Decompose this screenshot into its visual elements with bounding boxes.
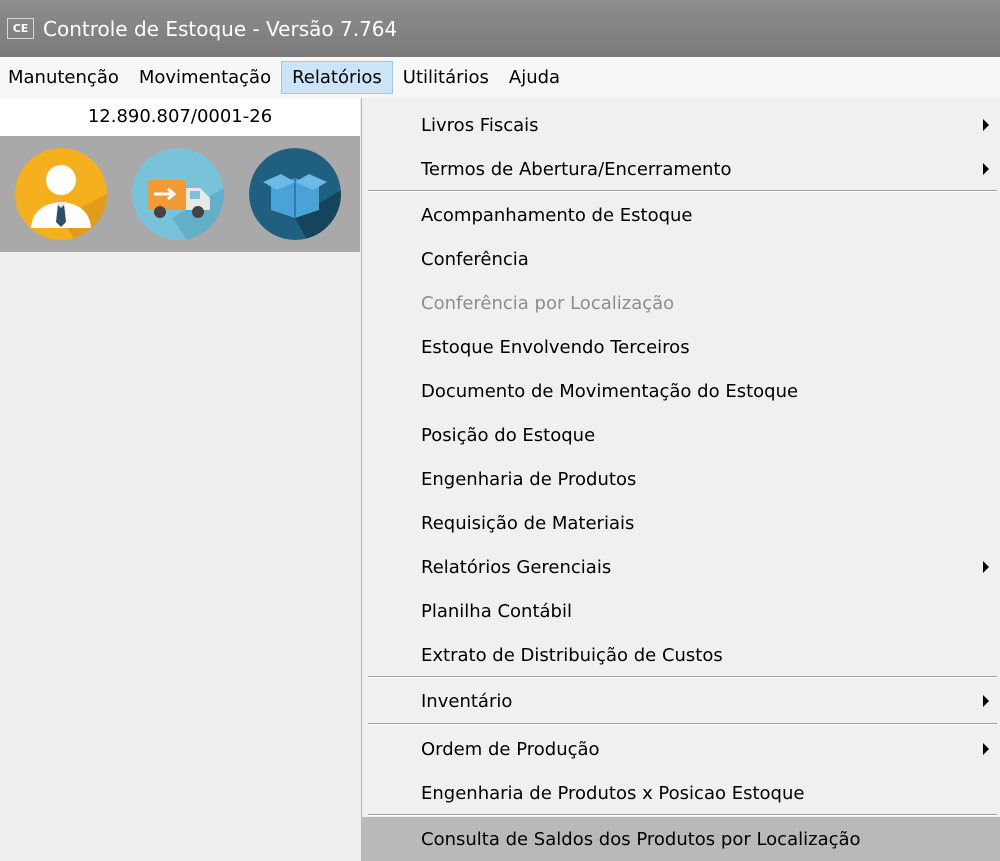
menu-item-label: Extrato de Distribuição de Custos [421, 644, 723, 666]
shortcut-toolbar [0, 136, 360, 252]
menu-item-label: Requisição de Materiais [421, 512, 635, 534]
submenu-arrow-icon [983, 119, 989, 131]
company-cnpj: 12.890.807/0001-26 [0, 98, 360, 136]
menu-item-acompanhamento-estoque[interactable]: Acompanhamento de Estoque [362, 193, 1000, 237]
submenu-arrow-icon [983, 561, 989, 573]
menu-item-label: Estoque Envolvendo Terceiros [421, 336, 690, 358]
user-icon[interactable] [15, 148, 107, 240]
menu-item-label: Ordem de Produção [421, 738, 600, 760]
submenu-arrow-icon [983, 695, 989, 707]
menu-separator [368, 723, 997, 725]
submenu-arrow-icon [983, 163, 989, 175]
menu-ajuda[interactable]: Ajuda [499, 61, 570, 94]
menu-item-label: Conferência [421, 248, 529, 270]
menu-item-conferencia[interactable]: Conferência [362, 237, 1000, 281]
menu-separator [368, 190, 997, 192]
menu-item-label: Engenharia de Produtos [421, 468, 637, 490]
menu-item-label: Acompanhamento de Estoque [421, 204, 693, 226]
menu-item-label: Consulta de Saldos dos Produtos por Loca… [421, 828, 861, 850]
menu-item-extrato-distribuicao-custos[interactable]: Extrato de Distribuição de Custos [362, 633, 1000, 677]
menu-item-relatorios-gerenciais[interactable]: Relatórios Gerenciais [362, 545, 1000, 589]
menu-utilitarios[interactable]: Utilitários [393, 61, 499, 94]
menu-item-label: Documento de Movimentação do Estoque [421, 380, 799, 402]
menu-item-planilha-contabil[interactable]: Planilha Contábil [362, 589, 1000, 633]
relatorios-dropdown-menu: Livros Fiscais Termos de Abertura/Encerr… [361, 98, 1000, 861]
menu-item-label: Posição do Estoque [421, 424, 596, 446]
menu-item-conferencia-localizacao: Conferência por Localização [362, 281, 1000, 325]
menu-separator [368, 676, 997, 678]
menu-item-engenharia-produtos[interactable]: Engenharia de Produtos [362, 457, 1000, 501]
app-icon[interactable]: CE [7, 18, 34, 39]
menu-item-engenharia-x-posicao[interactable]: Engenharia de Produtos x Posicao Estoque [362, 771, 1000, 815]
menu-movimentacao[interactable]: Movimentação [129, 61, 281, 94]
menu-item-documento-movimentacao[interactable]: Documento de Movimentação do Estoque [362, 369, 1000, 413]
workspace-area [0, 252, 360, 861]
menu-item-label: Engenharia de Produtos x Posicao Estoque [421, 782, 805, 804]
menu-item-label: Termos de Abertura/Encerramento [421, 158, 732, 180]
menu-separator [368, 814, 997, 816]
delivery-truck-icon[interactable] [132, 148, 224, 240]
menu-item-termos-abertura[interactable]: Termos de Abertura/Encerramento [362, 147, 1000, 191]
menu-relatorios[interactable]: Relatórios [281, 61, 393, 94]
menu-item-inventario[interactable]: Inventário [362, 679, 1000, 723]
menu-item-livros-fiscais[interactable]: Livros Fiscais [362, 103, 1000, 147]
menu-manutencao[interactable]: Manutenção [0, 61, 129, 94]
menu-item-label: Inventário [421, 690, 513, 712]
menu-item-estoque-terceiros[interactable]: Estoque Envolvendo Terceiros [362, 325, 1000, 369]
menu-item-requisicao-materiais[interactable]: Requisição de Materiais [362, 501, 1000, 545]
menu-item-consulta-saldos-localizacao[interactable]: Consulta de Saldos dos Produtos por Loca… [362, 817, 1000, 861]
menu-item-label: Relatórios Gerenciais [421, 556, 612, 578]
menu-item-label: Planilha Contábil [421, 600, 572, 622]
window-title: Controle de Estoque - Versão 7.764 [43, 16, 398, 41]
menu-item-label: Conferência por Localização [421, 292, 675, 314]
menu-item-label: Livros Fiscais [421, 114, 539, 136]
menu-item-ordem-producao[interactable]: Ordem de Produção [362, 727, 1000, 771]
box-icon[interactable] [249, 148, 341, 240]
submenu-arrow-icon [983, 743, 989, 755]
menu-bar: Manutenção Movimentação Relatórios Utili… [0, 57, 1000, 98]
menu-item-posicao-estoque[interactable]: Posição do Estoque [362, 413, 1000, 457]
title-bar: CE Controle de Estoque - Versão 7.764 [0, 0, 1000, 57]
